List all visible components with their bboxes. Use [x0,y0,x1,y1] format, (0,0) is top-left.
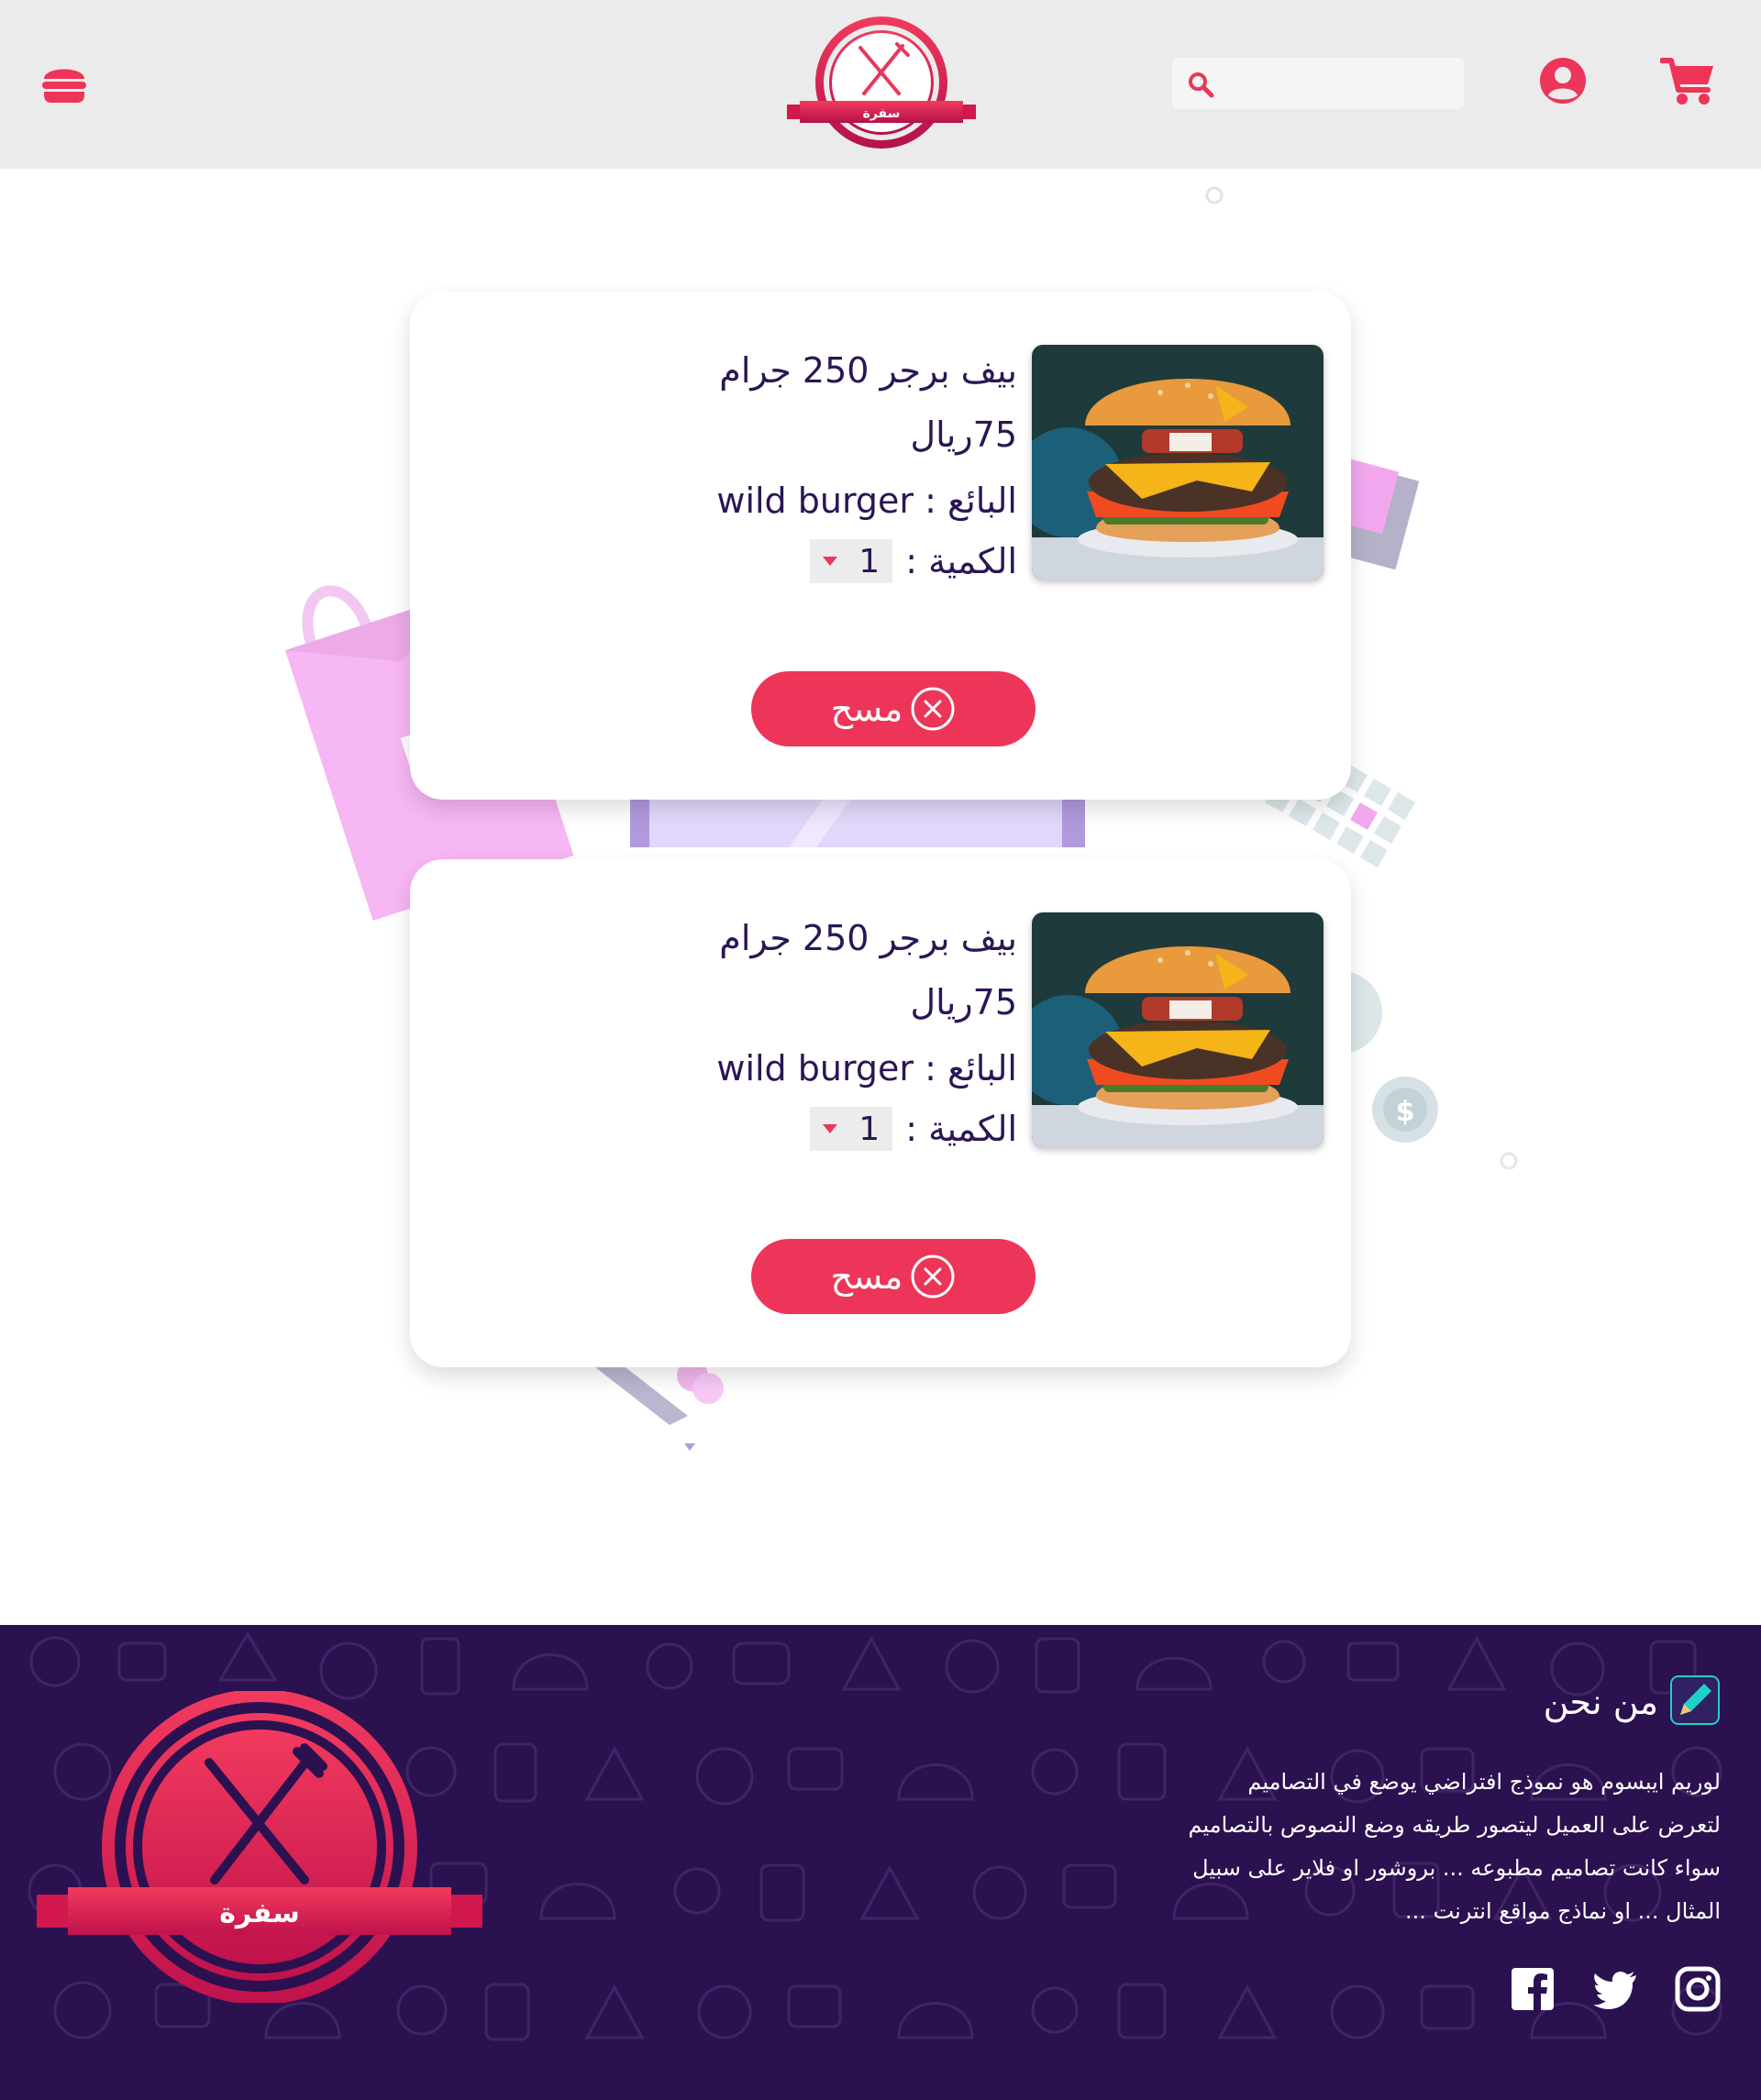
about-line: لتعرض على العميل ليتصور طريقه وضع النصوص… [1188,1812,1721,1838]
chevron-down-icon [823,1124,838,1133]
search-bar [1172,58,1464,109]
svg-text:$: $ [1396,1096,1415,1128]
cart-item-card: بيف برجر 250 جرام 75ريال البائع : wild b… [410,859,1351,1367]
quantity-value: 1 [858,1110,880,1148]
quantity-select[interactable]: 1 [810,1107,893,1151]
chevron-down-icon [823,557,838,566]
delete-label: مسح [830,1256,903,1297]
delete-label: مسح [830,689,903,729]
product-name: بيف برجر 250 جرام [719,918,1017,958]
twitter-icon[interactable] [1592,1966,1638,2012]
close-circle-icon [910,1254,956,1299]
quantity-row: الكمية : 1 [593,1107,1017,1151]
site-header: سفرة [0,0,1761,169]
about-line: المثال ... او نماذج مواقع انترنت ... [1405,1898,1721,1924]
about-line: لوريم ايبسوم هو نموذج افتراضي يوضع في ال… [1247,1769,1721,1795]
product-name: بيف برجر 250 جرام [719,350,1017,391]
about-section: من نحن لوريم ايبسوم هو نموذج افتراضي يوض… [1079,1674,1721,1933]
delete-button[interactable]: مسح [751,1239,1036,1314]
quantity-row: الكمية : 1 [593,539,1017,583]
product-image [1032,912,1324,1147]
social-links [1510,1966,1721,2012]
site-logo[interactable]: سفرة [785,13,978,155]
search-icon[interactable] [1187,71,1214,98]
user-circle-icon[interactable] [1539,57,1587,105]
about-header: من نحن [1079,1674,1721,1730]
product-info: بيف برجر 250 جرام 75ريال البائع : wild b… [593,348,1017,583]
about-line: سواء كانت تصاميم مطبوعه ... بروشور او فل… [1192,1855,1721,1881]
footer-logo-text: سفرة [219,1897,299,1929]
footer-logo: سفرة [33,1689,492,2005]
burger-menu-icon[interactable] [40,61,88,105]
product-image [1032,345,1324,580]
product-price: 75ريال [910,414,1017,455]
pencil-icon [1669,1674,1721,1730]
about-title: من نحن [1543,1682,1658,1722]
shopping-cart-icon[interactable] [1659,57,1715,106]
search-input[interactable] [1224,65,1453,102]
delete-button[interactable]: مسح [751,671,1036,746]
site-footer: سفرة من نحن لوريم ايبسوم هو نموذج افتراض… [0,1625,1761,2100]
logo-text: سفرة [863,106,901,121]
product-seller: البائع : wild burger [716,1048,1017,1089]
product-seller: البائع : wild burger [716,481,1017,521]
quantity-label: الكمية : [905,541,1017,581]
close-circle-icon [910,686,956,732]
cart-item-card: بيف برجر 250 جرام 75ريال البائع : wild b… [410,292,1351,800]
quantity-select[interactable]: 1 [810,539,893,583]
about-text: لوريم ايبسوم هو نموذج افتراضي يوضع في ال… [1079,1761,1721,1933]
quantity-label: الكمية : [905,1109,1017,1149]
instagram-icon[interactable] [1675,1966,1721,2012]
quantity-value: 1 [858,542,880,580]
product-info: بيف برجر 250 جرام 75ريال البائع : wild b… [593,916,1017,1151]
product-price: 75ريال [910,982,1017,1022]
facebook-icon[interactable] [1510,1966,1556,2012]
